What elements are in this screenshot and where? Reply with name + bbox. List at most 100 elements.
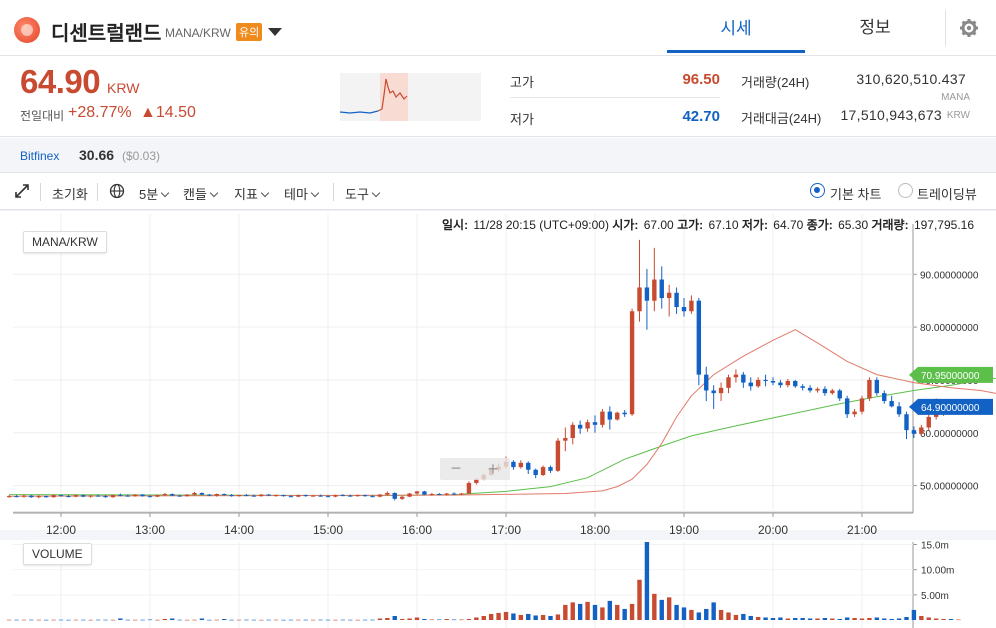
candle: [125, 495, 130, 497]
coin-logo-icon: [14, 17, 40, 43]
chevron-down-icon: [209, 188, 219, 198]
reset-button[interactable]: 초기화: [52, 184, 88, 203]
candle: [652, 279, 657, 301]
candle: [36, 496, 41, 498]
volume-bar: [659, 599, 664, 620]
coin-dropdown-icon[interactable]: [268, 28, 282, 36]
candle: [325, 496, 331, 498]
volume-bar: [51, 619, 56, 621]
candle: [355, 495, 360, 497]
candle: [659, 279, 664, 299]
volume-bar: [103, 619, 108, 621]
candle: [548, 467, 553, 471]
indicator-select[interactable]: 지표: [234, 184, 270, 203]
external-price-row: Bitfinex 30.66 ($0.03): [0, 138, 996, 173]
candle: [822, 388, 828, 394]
candle: [362, 495, 368, 497]
minus-icon[interactable]: −: [451, 458, 462, 478]
y-tick-label: 90.00000000: [920, 270, 979, 281]
x-tick-label: 12:00: [46, 523, 76, 537]
volume-bar: [407, 618, 412, 620]
candle: [170, 494, 175, 496]
candle: [385, 492, 390, 495]
volume-bar: [459, 619, 464, 621]
chevron-down-icon: [160, 188, 170, 198]
x-tick-label: 14:00: [224, 523, 254, 537]
candle: [110, 495, 116, 498]
candle: [852, 411, 857, 415]
theme-select[interactable]: 테마: [284, 184, 320, 203]
candle: [785, 380, 791, 386]
volume-bar: [874, 617, 880, 620]
tab-info[interactable]: 정보: [806, 0, 944, 52]
candle: [229, 495, 234, 497]
globe-icon[interactable]: [109, 183, 125, 202]
volume-bar: [303, 619, 308, 621]
basic-chart-radio[interactable]: [810, 183, 825, 198]
candle: [466, 482, 472, 494]
candle: [711, 390, 716, 394]
plus-icon[interactable]: +: [488, 459, 499, 479]
change-amount: ▲14.50: [140, 104, 196, 121]
volume-bar: [184, 619, 190, 621]
tools-select[interactable]: 도구: [345, 184, 381, 203]
ohlc-close: 65.30: [838, 218, 869, 232]
candle: [414, 491, 420, 494]
candle: [793, 380, 798, 387]
candle: [296, 495, 301, 497]
divider: [333, 183, 334, 201]
candle: [177, 495, 182, 497]
volume-bar: [451, 619, 457, 621]
price-chart[interactable]: 90.0000000080.0000000070.0000000060.0000…: [0, 210, 996, 628]
tradingview-radio[interactable]: [898, 183, 913, 198]
tradingview-label: 트레이딩뷰: [917, 187, 977, 202]
volume-24h-value: 310,620,510.437: [856, 71, 966, 87]
volume-bar: [466, 618, 472, 620]
candle: [221, 494, 227, 496]
gear-icon[interactable]: [955, 14, 983, 42]
candle: [919, 427, 924, 434]
candle: [844, 398, 850, 415]
candle: [518, 462, 524, 468]
volume-bar: [793, 617, 798, 620]
candle-select[interactable]: 캔들: [183, 184, 219, 203]
volume-bar: [474, 617, 479, 620]
candle: [444, 493, 449, 495]
interval-select[interactable]: 5분: [139, 184, 170, 203]
volume-bar: [170, 618, 175, 620]
expand-icon[interactable]: [15, 184, 29, 201]
volume-bar: [214, 619, 219, 621]
candle: [615, 412, 620, 420]
volume-bar: [882, 618, 887, 620]
candle: [778, 382, 783, 386]
divider: [510, 97, 720, 98]
volume-bar: [904, 616, 909, 620]
candle: [577, 424, 583, 429]
candle: [704, 374, 709, 391]
volume-bar: [526, 613, 531, 620]
candle: [726, 377, 731, 388]
candle: [600, 411, 605, 425]
tab-quote[interactable]: 시세: [667, 0, 805, 53]
candle: [859, 398, 865, 412]
volume-bar: [518, 614, 524, 620]
ma-long-price-label: 70.95000000: [921, 371, 980, 382]
volume-bar: [867, 617, 872, 620]
volume-bar: [577, 603, 583, 620]
candle: [244, 495, 249, 497]
candle: [266, 494, 271, 496]
volume-bar: [859, 618, 865, 620]
volume-bar: [911, 609, 917, 620]
candle: [666, 292, 672, 299]
candle: [607, 411, 613, 420]
candle: [733, 374, 739, 378]
volume-bar: [444, 618, 449, 620]
candle: [896, 406, 902, 415]
volume-bar: [310, 619, 316, 621]
y-tick-label: 50.00000000: [920, 482, 979, 493]
volume-bar: [830, 618, 835, 620]
external-exchange[interactable]: Bitfinex: [20, 149, 59, 163]
volume-bar: [607, 600, 613, 620]
candle: [340, 495, 346, 497]
volume-bar: [704, 608, 709, 620]
